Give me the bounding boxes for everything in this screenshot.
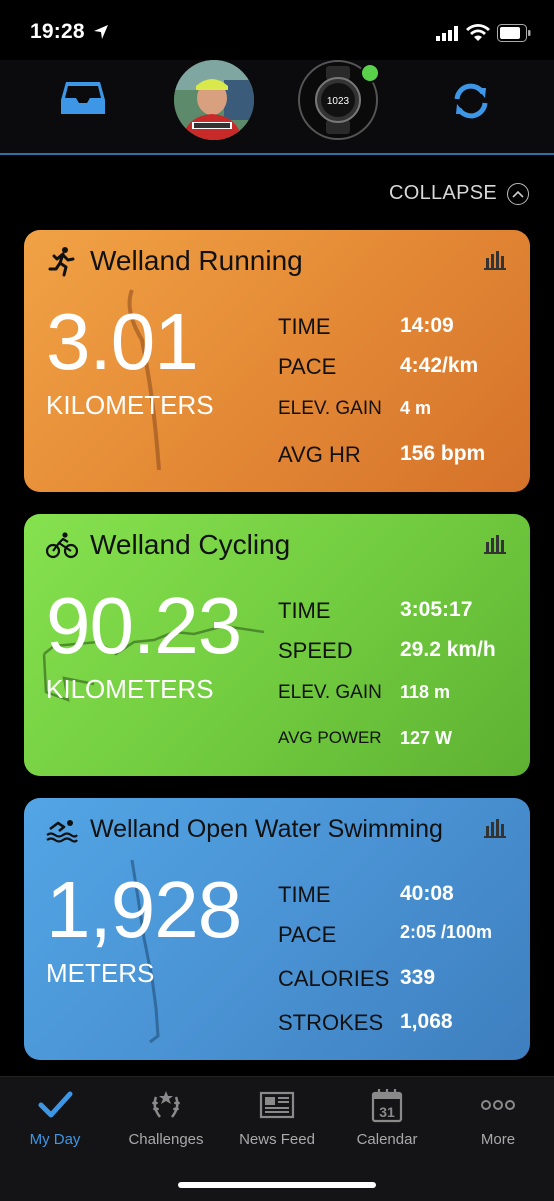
stat-value: 1,068: [400, 1010, 453, 1033]
bar-chart-icon[interactable]: [484, 532, 506, 554]
calendar-day: 31: [379, 1104, 395, 1120]
tab-label: My Day: [29, 1131, 81, 1148]
activity-unit: KILOMETERS: [46, 390, 214, 420]
stat-value: 127 W: [400, 728, 453, 748]
stat-label: TIME: [278, 314, 331, 339]
stat-label: SPEED: [278, 638, 353, 663]
connected-indicator: [360, 63, 380, 83]
stat-label: PACE: [278, 922, 337, 947]
location-arrow-icon: [94, 25, 108, 39]
activity-title: Welland Cycling: [90, 529, 291, 560]
activity-distance: 1,928: [46, 865, 242, 954]
tab-news-feed[interactable]: News Feed: [222, 1087, 332, 1157]
stat-value: 2:05 /100m: [400, 922, 493, 942]
activity-card-swimming[interactable]: Welland Open Water Swimming 1,928 METERS…: [24, 798, 530, 1060]
profile-photo: [174, 60, 254, 140]
stat-value: 3:05:17: [400, 598, 473, 621]
activity-card-cycling[interactable]: Welland Cycling 90.23 KILOMETERS TIME 3:0…: [24, 514, 530, 776]
activity-title: Welland Running: [90, 245, 303, 276]
stat-label: CALORIES: [278, 966, 390, 991]
stat-value: 14:09: [400, 314, 454, 337]
device-watch[interactable]: 1023: [298, 60, 380, 140]
activity-distance: 3.01: [46, 297, 199, 386]
watch-time: 1023: [327, 96, 350, 107]
stat-label: ELEV. GAIN: [278, 398, 382, 419]
profile-avatar[interactable]: [174, 60, 254, 140]
activity-title: Welland Open Water Swimming: [90, 814, 443, 843]
tab-calendar[interactable]: 31 Calendar: [332, 1087, 442, 1157]
wifi-icon: [466, 24, 490, 41]
cycling-icon: [46, 532, 78, 559]
activity-unit: KILOMETERS: [46, 674, 214, 704]
stat-label: PACE: [278, 354, 337, 379]
top-nav: 1023: [0, 60, 554, 155]
status-bar: 19:28: [0, 0, 554, 68]
running-icon: [48, 247, 75, 277]
collapse-label: COLLAPSE: [388, 182, 497, 204]
tab-label: Calendar: [356, 1131, 418, 1148]
stat-value: 118 m: [400, 682, 451, 702]
sync-icon[interactable]: [450, 80, 492, 122]
stat-value: 4 m: [400, 398, 432, 418]
stat-label: STROKES: [278, 1010, 384, 1035]
more-icon: [481, 1100, 515, 1110]
nav-divider: [0, 153, 554, 155]
tab-label: Challenges: [128, 1131, 204, 1148]
swimming-icon: [46, 820, 78, 843]
stat-value: 29.2 km/h: [400, 638, 496, 661]
bar-chart-icon[interactable]: [484, 248, 506, 270]
activity-distance: 90.23: [46, 581, 242, 670]
stat-value: 4:42/km: [400, 354, 479, 377]
stat-label: TIME: [278, 882, 331, 907]
stat-value: 339: [400, 966, 436, 989]
home-indicator: [178, 1182, 376, 1188]
chevron-up-icon: [507, 182, 529, 205]
laurel-icon: [152, 1091, 180, 1118]
calendar-icon: 31: [371, 1089, 403, 1123]
activity-card-running[interactable]: Welland Running 3.01 KILOMETERS TIME 14:0…: [24, 230, 530, 492]
newspaper-icon: [259, 1091, 295, 1119]
activity-unit: METERS: [46, 958, 155, 988]
tab-label: More: [480, 1131, 516, 1148]
checkmark-icon: [38, 1091, 73, 1118]
stat-label: AVG POWER: [278, 728, 382, 747]
status-time: 19:28: [30, 20, 85, 43]
tab-my-day[interactable]: My Day: [0, 1087, 110, 1157]
battery-icon: [497, 24, 531, 42]
tab-more[interactable]: More: [443, 1087, 553, 1157]
signal-icon: [436, 26, 458, 41]
bar-chart-icon[interactable]: [484, 816, 506, 838]
stat-label: ELEV. GAIN: [278, 682, 382, 703]
tab-challenges[interactable]: Challenges: [111, 1087, 221, 1157]
inbox-icon[interactable]: [60, 80, 106, 116]
stat-label: AVG HR: [278, 442, 361, 467]
stat-label: TIME: [278, 598, 331, 623]
collapse-button[interactable]: COLLAPSE: [389, 182, 529, 205]
stat-value: 40:08: [400, 882, 454, 905]
stat-value: 156 bpm: [400, 442, 486, 465]
tab-label: News Feed: [239, 1131, 315, 1148]
